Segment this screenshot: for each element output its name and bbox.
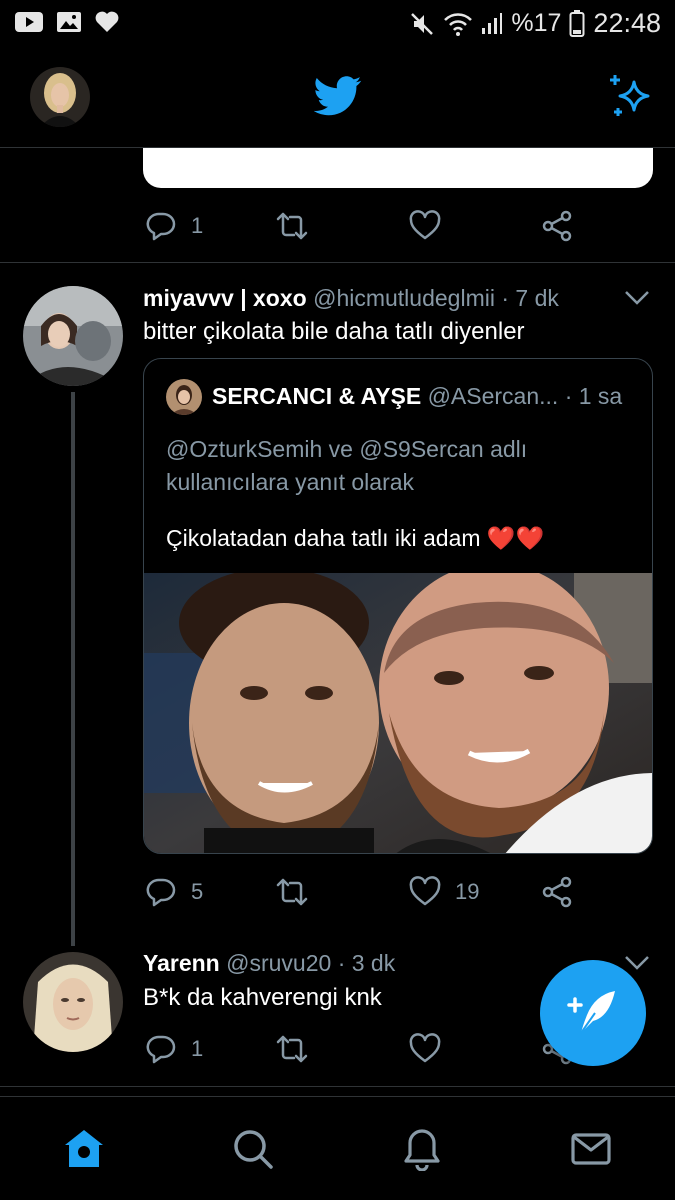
reply-author-name[interactable]: Yarenn [143, 950, 220, 976]
twitter-bird-icon[interactable] [314, 74, 362, 118]
search-icon[interactable] [231, 1127, 275, 1171]
heart-icon [409, 1033, 441, 1063]
reply-count: 5 [191, 879, 204, 904]
quoted-tweet-header: SERCANCI & AYŞE @ASercan... · 1 sa [212, 383, 622, 410]
heart-status-icon [95, 11, 119, 32]
heart-icon [409, 876, 441, 906]
compose-tweet-button[interactable] [540, 960, 646, 1066]
reply-context: @OzturkSemih ve @S9Sercan adlı kullanıcı… [166, 436, 528, 495]
author-name[interactable]: miyavvv | xoxo [143, 285, 307, 311]
author-handle[interactable]: @hicmutludeglmii [313, 285, 495, 311]
retweet-icon [276, 1035, 308, 1063]
share-icon [542, 876, 572, 908]
chevron-down-icon[interactable] [624, 290, 650, 306]
reply-icon [146, 1035, 176, 1064]
reply-author-avatar[interactable] [23, 952, 123, 1052]
quoted-tweet[interactable]: SERCANCI & AYŞE @ASercan... · 1 sa @Oztu… [143, 358, 653, 854]
reply-tweet-time: · 3 dk [337, 950, 396, 976]
status-left-icons [14, 10, 120, 34]
tweet-author-avatar[interactable] [23, 286, 123, 386]
reply-action[interactable]: 5 [145, 876, 203, 908]
like-action[interactable]: 19 [409, 876, 479, 908]
reply-count: 1 [191, 213, 204, 238]
reply-tweet-header: Yarenn @sruvu20 · 3 dk [143, 950, 395, 977]
battery-icon [569, 9, 585, 37]
gallery-icon [57, 12, 81, 32]
divider [0, 262, 675, 263]
quoted-author-handle: @ASercan... [427, 383, 559, 409]
retweet-action[interactable] [276, 1033, 308, 1065]
share-action[interactable] [541, 210, 573, 242]
messages-icon[interactable] [569, 1127, 613, 1171]
status-right: %17 22:48 [409, 8, 661, 39]
divider [0, 1086, 675, 1087]
reply-count: 1 [191, 1036, 204, 1061]
app-header [0, 48, 675, 148]
like-action[interactable] [409, 1033, 441, 1065]
home-icon[interactable] [62, 1127, 106, 1171]
heart-icon [409, 210, 441, 240]
sparkle-icon[interactable] [606, 72, 654, 120]
chevron-down-icon[interactable] [624, 955, 650, 971]
reply-icon [146, 212, 176, 241]
thread-line [71, 392, 75, 946]
share-icon [542, 210, 572, 242]
bottom-navigation [0, 1096, 675, 1200]
reply-action[interactable]: 1 [145, 210, 203, 242]
tweet-header: miyavvv | xoxo @hicmutludeglmii · 7 dk [143, 285, 559, 312]
reply-action[interactable]: 1 [145, 1033, 203, 1065]
retweet-action[interactable] [276, 210, 308, 242]
youtube-icon [15, 12, 43, 32]
quoted-author-avatar [166, 379, 202, 415]
profile-avatar[interactable] [30, 67, 90, 127]
reply-tweet-text: B*k da kahverengi knk [143, 984, 382, 1011]
retweet-action[interactable] [276, 876, 308, 908]
retweet-icon [276, 878, 308, 906]
quoted-tweet-text: Çikolatadan daha tatlı iki adam ❤️❤️ [166, 525, 545, 551]
tweet-text: bitter çikolata bile daha tatlı diyenler [143, 318, 525, 345]
battery-percent: %17 [511, 9, 562, 37]
retweet-icon [276, 212, 308, 240]
previous-tweet-media[interactable] [143, 148, 653, 188]
like-action[interactable] [409, 210, 441, 242]
signal-icon [482, 12, 503, 34]
reply-icon [146, 878, 176, 907]
mute-icon [411, 12, 434, 35]
reply-author-handle[interactable]: @sruvu20 [226, 950, 331, 976]
compose-feather-icon [567, 991, 615, 1034]
quoted-tweet-photo[interactable] [144, 563, 652, 853]
status-bar: %17 22:48 [0, 0, 675, 48]
clock: 22:48 [593, 8, 661, 38]
like-count: 19 [455, 879, 480, 904]
quoted-tweet-time: · 1 sa [564, 383, 623, 409]
tweet-time: · 7 dk [501, 285, 559, 311]
wifi-icon [444, 12, 473, 36]
notifications-icon[interactable] [400, 1127, 444, 1171]
share-action[interactable] [541, 876, 573, 908]
quoted-author-name: SERCANCI & AYŞE [212, 383, 422, 409]
